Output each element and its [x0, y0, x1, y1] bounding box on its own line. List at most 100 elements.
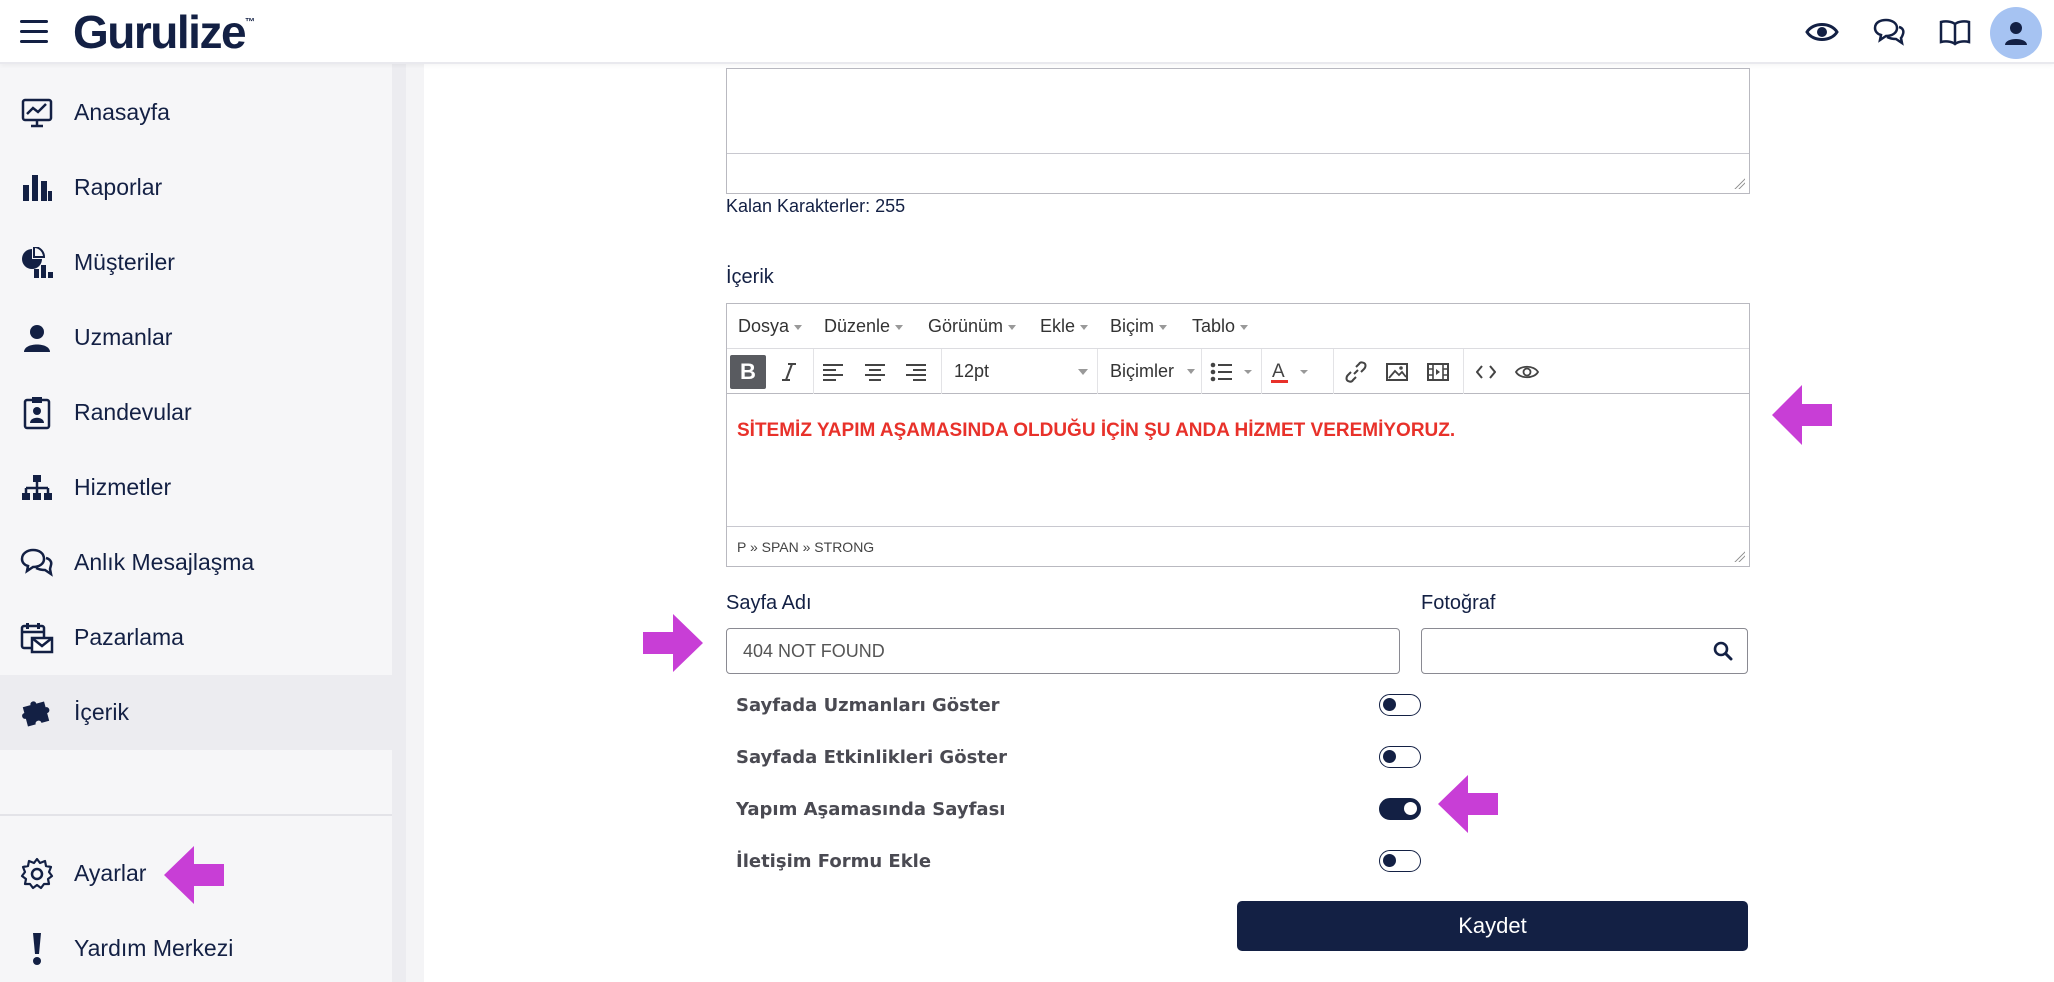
toggle-show-experts[interactable]: [1379, 694, 1421, 716]
toggle-contact-form[interactable]: [1379, 850, 1421, 872]
media-icon: [1427, 363, 1449, 381]
source-code-button[interactable]: [1468, 355, 1504, 389]
menu-dosya[interactable]: Dosya: [738, 316, 802, 337]
appointment-icon: [20, 396, 54, 430]
photo-label: Fotoğraf: [1421, 592, 1496, 614]
puzzle-icon: [20, 696, 54, 730]
sidebar-item-label: Yardım Merkezi: [74, 935, 234, 961]
annotation-arrow-right: [643, 614, 703, 672]
user-icon: [2005, 22, 2027, 45]
content-label: İçerik: [726, 266, 774, 288]
toggle-under-construction[interactable]: [1379, 798, 1421, 820]
bar-chart-icon: [20, 171, 54, 205]
sidebar-item-raporlar[interactable]: Raporlar: [0, 150, 394, 225]
menu-duzenle[interactable]: Düzenle: [824, 316, 903, 337]
chevron-down-icon: [1187, 369, 1195, 374]
chevron-down-icon: [1078, 369, 1088, 375]
align-center-button[interactable]: [857, 355, 893, 389]
hierarchy-icon: [20, 471, 54, 505]
sidebar-item-anlik-mesajlasma[interactable]: Anlık Mesajlaşma: [0, 525, 394, 600]
exclamation-icon: [20, 932, 54, 966]
font-size-select[interactable]: 12pt: [942, 349, 1097, 394]
sidebar-item-label: Anlık Mesajlaşma: [74, 549, 255, 575]
search-icon[interactable]: [1713, 641, 1733, 665]
page-name-field[interactable]: [726, 628, 1400, 674]
toggle-label-under-construction: Yapım Aşamasında Sayfası: [736, 799, 1006, 820]
toolbar-separator: [1333, 349, 1334, 394]
sidebar-item-anasayfa[interactable]: Anasayfa: [0, 75, 394, 150]
description-textarea[interactable]: [726, 68, 1750, 194]
sidebar-divider: [0, 814, 394, 816]
element-path: P » SPAN » STRONG: [737, 539, 875, 555]
toolbar-separator: [1463, 349, 1464, 394]
preview-icon: [1515, 365, 1539, 379]
text-color-button[interactable]: A: [1267, 355, 1317, 389]
book-icon[interactable]: [1937, 14, 1973, 50]
formats-dropdown[interactable]: Biçimler: [1098, 349, 1201, 394]
editor-menubar: Dosya Düzenle Görünüm Ekle Biçim Tablo: [727, 304, 1749, 349]
avatar[interactable]: [1990, 7, 2042, 59]
resize-handle[interactable]: [1733, 177, 1745, 189]
menu-ekle[interactable]: Ekle: [1040, 316, 1088, 337]
image-button[interactable]: [1379, 355, 1415, 389]
save-button[interactable]: Kaydet: [1237, 901, 1748, 951]
sidebar-item-musteriler[interactable]: Müşteriler: [0, 225, 394, 300]
sidebar-item-randevular[interactable]: Randevular: [0, 375, 394, 450]
align-right-icon: [906, 364, 926, 381]
toolbar-separator: [1201, 349, 1202, 394]
photo-field[interactable]: [1421, 628, 1748, 674]
sidebar-item-label: Hizmetler: [74, 474, 172, 500]
dashboard-icon: [20, 96, 54, 130]
sidebar-item-label: Uzmanlar: [74, 324, 173, 350]
align-right-button[interactable]: [898, 355, 934, 389]
bullet-list-button[interactable]: [1207, 355, 1257, 389]
sidebar-item-hizmetler[interactable]: Hizmetler: [0, 450, 394, 525]
toggle-show-events[interactable]: [1379, 746, 1421, 768]
remaining-characters: Kalan Karakterler: 255: [726, 196, 906, 216]
link-icon: [1345, 361, 1367, 383]
menu-icon[interactable]: [20, 20, 48, 43]
preview-button[interactable]: [1509, 355, 1545, 389]
italic-button[interactable]: [771, 355, 807, 389]
annotation-arrow-left: [1438, 775, 1498, 833]
menu-bicim[interactable]: Biçim: [1110, 316, 1167, 337]
page-name-label: Sayfa Adı: [726, 592, 812, 614]
toolbar-separator: [1261, 349, 1262, 394]
menu-tablo[interactable]: Tablo: [1192, 316, 1248, 337]
editor-status-bar: P » SPAN » STRONG: [727, 526, 1749, 566]
align-center-icon: [865, 364, 885, 381]
sidebar-item-pazarlama[interactable]: Pazarlama: [0, 600, 394, 675]
editor-toolbar: B 12pt Biçimler A: [727, 349, 1749, 394]
chat-icon: [20, 546, 54, 580]
link-button[interactable]: [1338, 355, 1374, 389]
marketing-icon: [20, 621, 54, 655]
sidebar-item-label: Raporlar: [74, 174, 163, 200]
textarea-status-bar: [727, 153, 1749, 193]
chat-icon[interactable]: [1871, 14, 1907, 50]
sidebar-item-yardim-merkezi[interactable]: Yardım Merkezi: [0, 911, 394, 982]
italic-icon: [782, 363, 796, 381]
sidebar-item-label: Pazarlama: [74, 624, 184, 650]
sidebar-item-icerik[interactable]: İçerik: [0, 675, 394, 750]
photo-input[interactable]: [1422, 629, 1747, 673]
editor-content[interactable]: SİTEMİZ YAPIM AŞAMASINDA OLDUĞU İÇİN ŞU …: [737, 420, 1455, 442]
bold-button[interactable]: B: [730, 355, 766, 389]
sidebar-item-uzmanlar[interactable]: Uzmanlar: [0, 300, 394, 375]
sidebar: Anasayfa Raporlar Müşteriler Uzmanlar Ra…: [0, 64, 406, 982]
eye-icon[interactable]: [1804, 14, 1840, 50]
annotation-arrow-left: [1772, 385, 1832, 445]
align-left-icon: [823, 364, 843, 381]
toggle-label-show-experts: Sayfada Uzmanları Göster: [736, 695, 1000, 716]
media-button[interactable]: [1420, 355, 1456, 389]
expert-icon: [20, 321, 54, 355]
rich-text-editor: Dosya Düzenle Görünüm Ekle Biçim Tablo B: [726, 303, 1750, 567]
menu-gorunum[interactable]: Görünüm: [928, 316, 1016, 337]
align-left-button[interactable]: [815, 355, 851, 389]
logo[interactable]: Gurulize™: [73, 5, 255, 59]
toolbar-separator: [813, 349, 814, 394]
code-icon: [1476, 365, 1496, 379]
resize-handle[interactable]: [1733, 550, 1745, 562]
sidebar-item-label: Ayarlar: [74, 860, 147, 886]
page-name-input[interactable]: [727, 629, 1399, 673]
sidebar-item-label: Anasayfa: [74, 99, 170, 125]
